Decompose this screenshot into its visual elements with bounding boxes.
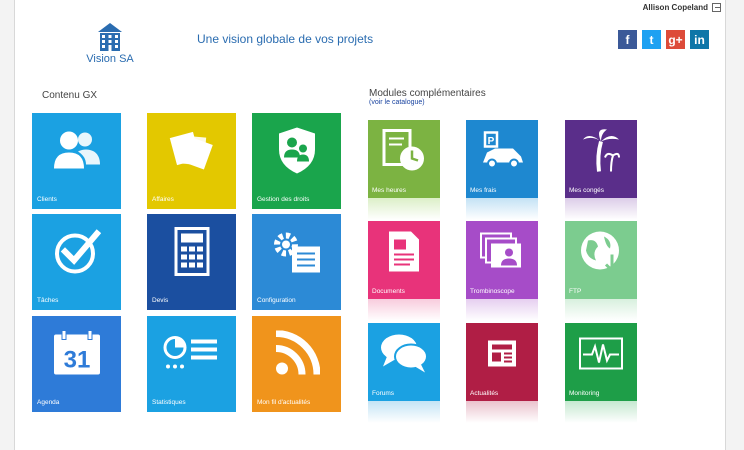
module-tile-monitoring[interactable]: Monitoring bbox=[565, 323, 637, 423]
calendar-icon: 31 bbox=[52, 330, 102, 382]
tile-devis[interactable]: Devis bbox=[147, 214, 236, 310]
module-tile-label: Documents bbox=[372, 288, 405, 295]
calendar-day-number: 31 bbox=[63, 347, 90, 374]
globe-arrow-icon bbox=[578, 228, 624, 279]
module-tile-face: FTP bbox=[565, 221, 637, 299]
module-tile-face: P Mes frais bbox=[466, 120, 538, 198]
chart-list-icon bbox=[163, 336, 221, 377]
catalog-link[interactable]: (voir le catalogue) bbox=[369, 99, 425, 106]
tile-agenda[interactable]: 31 Agenda bbox=[32, 316, 121, 412]
document-icon bbox=[387, 229, 421, 278]
module-tile-face: Mes congés bbox=[565, 120, 637, 198]
tile-affaires[interactable]: Affaires bbox=[147, 113, 236, 209]
page-container: Allison Copeland Vision SA Une vision gl… bbox=[14, 0, 726, 450]
social-links: f t g+ in bbox=[618, 30, 709, 49]
tile-label: Devis bbox=[152, 297, 169, 304]
tile-taches[interactable]: Tâches bbox=[32, 214, 121, 310]
check-icon bbox=[53, 228, 101, 281]
logout-icon[interactable] bbox=[712, 3, 721, 12]
tile-mon-fil-d-actualites[interactable]: Mon fil d'actualités bbox=[252, 316, 341, 412]
module-tile-label: Mes heures bbox=[372, 187, 406, 194]
calculator-icon bbox=[174, 227, 210, 282]
building-logo-icon bbox=[98, 23, 122, 51]
linkedin-icon[interactable]: in bbox=[690, 30, 709, 49]
brand-name: Vision SA bbox=[86, 53, 134, 65]
module-tile-label: Monitoring bbox=[569, 390, 600, 397]
module-tile-reflection bbox=[466, 198, 538, 220]
gear-list-icon bbox=[270, 229, 324, 280]
module-tile-reflection bbox=[368, 198, 440, 220]
module-tile-mes-frais[interactable]: P Mes frais bbox=[466, 120, 538, 220]
module-tile-face: Mes heures bbox=[368, 120, 440, 198]
user-bar: Allison Copeland bbox=[643, 3, 721, 12]
tile-label: Clients bbox=[37, 196, 57, 203]
module-tile-face: Actualités bbox=[466, 323, 538, 401]
photo-stack-icon bbox=[479, 231, 525, 276]
module-tile-reflection bbox=[466, 401, 538, 423]
modules-section-title: Modules complémentaires bbox=[369, 88, 486, 99]
module-tile-reflection bbox=[368, 299, 440, 321]
tile-clients[interactable]: Clients bbox=[32, 113, 121, 209]
car-parking-icon: P bbox=[479, 130, 525, 175]
module-tile-label: Actualités bbox=[470, 390, 499, 397]
content-section-title: Contenu GX bbox=[42, 90, 98, 101]
module-tile-face: Trombinoscope bbox=[466, 221, 538, 299]
module-tile-label: FTP bbox=[569, 288, 582, 295]
module-tile-face: Documents bbox=[368, 221, 440, 299]
module-tile-reflection bbox=[565, 299, 637, 321]
palm-tree-icon bbox=[581, 127, 621, 178]
module-tile-face: Monitoring bbox=[565, 323, 637, 401]
users-icon bbox=[52, 129, 102, 178]
tile-label: Affaires bbox=[152, 196, 174, 203]
brand-tagline: Une vision globale de vos projets bbox=[197, 32, 374, 46]
module-tile-label: Forums bbox=[372, 390, 395, 397]
pulse-monitor-icon bbox=[578, 336, 624, 375]
clock-doc-icon bbox=[382, 128, 426, 177]
module-tile-label: Trombinoscope bbox=[470, 288, 515, 295]
brand-logo[interactable]: Vision SA bbox=[85, 22, 135, 65]
module-tile-label: Mes frais bbox=[470, 187, 497, 194]
module-tile-reflection bbox=[565, 198, 637, 220]
module-tile-label: Mes congés bbox=[569, 187, 605, 194]
tile-statistiques[interactable]: Statistiques bbox=[147, 316, 236, 412]
facebook-icon[interactable]: f bbox=[618, 30, 637, 49]
module-tile-ftp[interactable]: FTP bbox=[565, 221, 637, 321]
tile-label: Configuration bbox=[257, 297, 296, 304]
twitter-icon[interactable]: t bbox=[642, 30, 661, 49]
tile-label: Gestion des droits bbox=[257, 196, 310, 203]
tile-label: Mon fil d'actualités bbox=[257, 399, 311, 406]
tile-label: Agenda bbox=[37, 399, 60, 406]
module-tile-actualites[interactable]: Actualités bbox=[466, 323, 538, 423]
module-tile-trombinoscope[interactable]: Trombinoscope bbox=[466, 221, 538, 321]
module-tile-reflection bbox=[565, 401, 637, 423]
newspaper-icon bbox=[486, 338, 518, 373]
module-tile-forums[interactable]: Forums bbox=[368, 323, 440, 423]
shield-user-icon bbox=[275, 126, 319, 181]
tile-configuration[interactable]: Configuration bbox=[252, 214, 341, 310]
tile-gestion-des-droits[interactable]: Gestion des droits bbox=[252, 113, 341, 209]
module-tile-reflection bbox=[466, 299, 538, 321]
user-name[interactable]: Allison Copeland bbox=[643, 3, 708, 12]
module-tile-mes-conges[interactable]: Mes congés bbox=[565, 120, 637, 220]
documents-icon bbox=[169, 129, 215, 178]
tile-label: Tâches bbox=[37, 297, 59, 304]
module-tile-mes-heures[interactable]: Mes heures bbox=[368, 120, 440, 220]
chat-bubbles-icon bbox=[379, 332, 429, 379]
module-tile-face: Forums bbox=[368, 323, 440, 401]
google-plus-icon[interactable]: g+ bbox=[666, 30, 685, 49]
module-tile-reflection bbox=[368, 401, 440, 423]
tile-label: Statistiques bbox=[152, 399, 186, 406]
rss-icon bbox=[274, 330, 320, 382]
module-tile-documents[interactable]: Documents bbox=[368, 221, 440, 321]
svg-text:P: P bbox=[488, 136, 495, 147]
